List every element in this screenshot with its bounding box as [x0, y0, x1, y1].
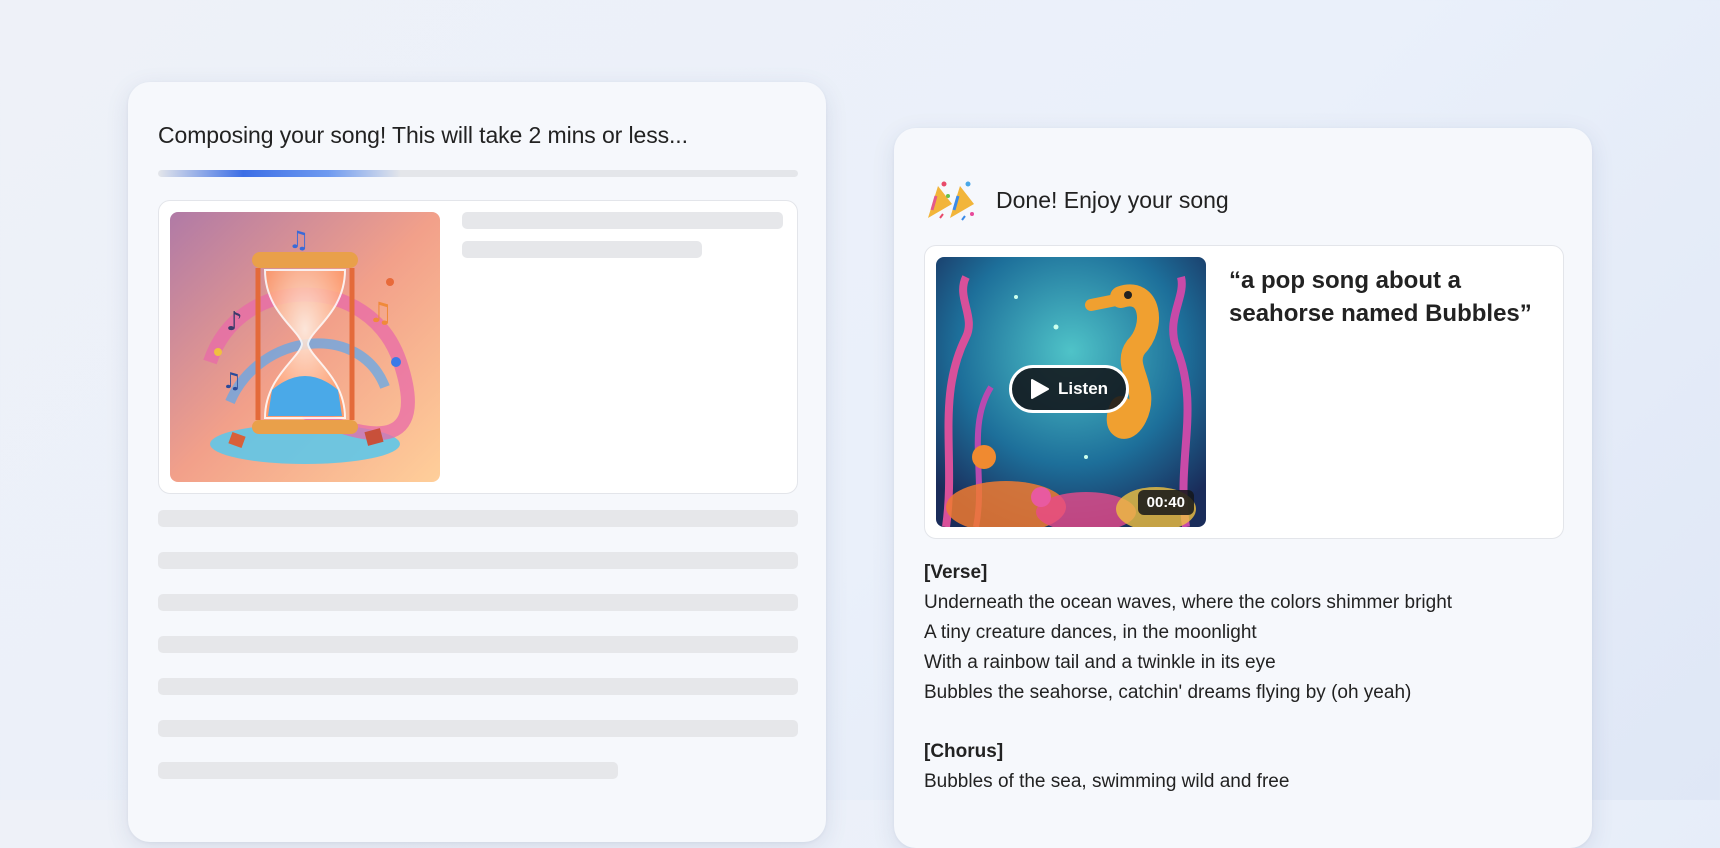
lyrics-gap [924, 708, 1452, 737]
progress-bar-fill [158, 170, 402, 177]
subtitle-skeleton [462, 241, 702, 258]
listen-label: Listen [1057, 379, 1109, 398]
lyrics-skeleton-line [158, 720, 798, 737]
lyrics-line: A tiny creature dances, in the moonlight [924, 622, 1257, 643]
song-preview-placeholder: ♪ ♫ ♫ ♫ [158, 200, 798, 494]
title-skeleton [462, 212, 783, 229]
duration-badge: 00:40 [1137, 490, 1194, 515]
song-result-card: Done! Enjoy your song Listen 00:40 “a po… [894, 128, 1592, 848]
lyrics-skeleton-line [158, 510, 798, 527]
lyrics-skeleton-line [158, 594, 798, 611]
play-icon [1030, 379, 1049, 399]
lyrics-skeleton-line [158, 678, 798, 695]
seahorse-art: Listen 00:40 [936, 257, 1206, 527]
song-player-box: Listen 00:40 “a pop song about a seahors… [924, 245, 1564, 539]
hourglass-music-art: ♪ ♫ ♫ ♫ [170, 212, 440, 482]
lyrics-line: Bubbles the seahorse, catchin' dreams fl… [924, 682, 1412, 703]
composing-status-text: Composing your song! This will take 2 mi… [158, 122, 688, 148]
lyrics-skeleton-line [158, 636, 798, 653]
svg-text:♫: ♫ [368, 296, 393, 329]
lyrics-line: Bubbles of the sea, swimming wild and fr… [924, 771, 1290, 792]
done-header: Done! Enjoy your song [924, 178, 1229, 222]
lyrics: [Verse] Underneath the ocean waves, where… [924, 558, 1452, 797]
lyrics-line: Underneath the ocean waves, where the co… [924, 592, 1453, 613]
party-popper-icon [924, 178, 978, 222]
progress-bar [158, 170, 798, 177]
done-message: Done! Enjoy your song [996, 186, 1229, 213]
composing-card: Composing your song! This will take 2 mi… [128, 82, 826, 842]
lyrics-skeleton-line [158, 762, 618, 779]
svg-text:♫: ♫ [288, 226, 310, 254]
svg-text:♫: ♫ [222, 369, 242, 394]
svg-text:♪: ♪ [226, 307, 243, 337]
lyrics-skeleton-line [158, 552, 798, 569]
lyrics-line: With a rainbow tail and a twinkle in its… [924, 652, 1276, 673]
song-prompt: “a pop song about a seahorse named Bubbl… [1229, 267, 1532, 327]
lyrics-section-heading: [Verse] [924, 562, 988, 583]
lyrics-section-heading: [Chorus] [924, 741, 1004, 762]
listen-button[interactable]: Listen [1009, 365, 1129, 413]
